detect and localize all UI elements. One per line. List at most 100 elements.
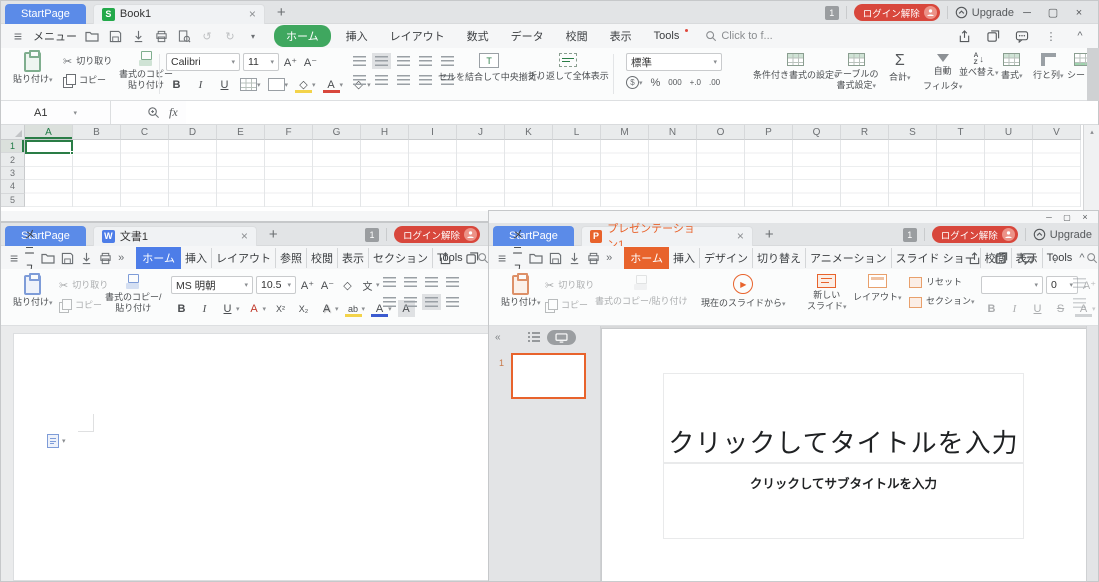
ppt-overflow-icon[interactable]: » bbox=[606, 251, 612, 266]
zoom-formula-icon[interactable] bbox=[145, 105, 161, 120]
writer-decrease-font-icon[interactable]: A⁻ bbox=[319, 277, 336, 294]
ribbon-tab[interactable]: 挿入 bbox=[335, 26, 379, 46]
ppt-upgrade-button[interactable]: Upgrade bbox=[1033, 228, 1092, 241]
column-header[interactable]: J bbox=[457, 125, 505, 140]
column-header[interactable]: G bbox=[313, 125, 361, 140]
writer-highlight-button[interactable]: ab▾ bbox=[345, 300, 366, 317]
cell-style-button[interactable]: ▾ bbox=[268, 78, 289, 91]
increase-font-icon[interactable]: A⁺ bbox=[282, 54, 299, 71]
ppt-comment-icon[interactable] bbox=[1020, 251, 1036, 266]
ppt-notification-badge[interactable]: 1 bbox=[903, 228, 917, 242]
align-middle-icon[interactable] bbox=[375, 56, 388, 66]
ribbon-tab[interactable]: 校閲 bbox=[307, 248, 338, 268]
ppt-print-icon[interactable] bbox=[587, 251, 600, 266]
bold-button[interactable]: B bbox=[168, 76, 185, 93]
open-file-icon[interactable] bbox=[84, 29, 100, 44]
column-header[interactable]: A bbox=[25, 125, 73, 140]
writer-new-tab-plus-icon[interactable]: + bbox=[269, 226, 278, 243]
writer-page[interactable]: ▾ bbox=[13, 333, 488, 581]
ppt-cut-button[interactable]: ✂切り取り bbox=[545, 279, 594, 292]
ppt-copy-button[interactable]: コピー bbox=[545, 299, 594, 311]
font-name-select[interactable]: Calibri▾ bbox=[166, 53, 240, 71]
underline-button[interactable]: U bbox=[216, 76, 233, 93]
column-header[interactable]: H bbox=[361, 125, 409, 140]
column-header[interactable]: D bbox=[169, 125, 217, 140]
column-header[interactable]: N bbox=[649, 125, 697, 140]
row-header[interactable]: 3 bbox=[1, 167, 25, 180]
minimize-button[interactable]: ─ bbox=[1014, 7, 1040, 19]
collapse-panel-icon[interactable]: « bbox=[495, 332, 501, 343]
rows-columns-button[interactable]: 行と列▾ bbox=[1033, 53, 1064, 82]
decrease-indent-icon[interactable] bbox=[419, 56, 432, 66]
decrease-decimal-button[interactable]: .00 bbox=[709, 78, 720, 87]
quickbar-dropdown-icon[interactable]: ▾ bbox=[245, 29, 261, 44]
column-header[interactable]: B bbox=[73, 125, 121, 140]
command-search[interactable]: Click to f... bbox=[705, 30, 772, 42]
ppt-more-options-icon[interactable]: ⋮ bbox=[1047, 251, 1063, 266]
align-bottom-icon[interactable] bbox=[397, 56, 410, 66]
logout-button[interactable]: ログイン解除 bbox=[854, 4, 940, 21]
title-placeholder[interactable]: クリックしてタイトルを入力 bbox=[663, 373, 1024, 463]
ppt-format-painter-button[interactable]: 書式のコピー/貼り付け bbox=[595, 275, 688, 307]
side-panel-strip[interactable] bbox=[1087, 48, 1099, 101]
slide-layout-button[interactable]: レイアウト▾ bbox=[853, 274, 902, 304]
number-format-select[interactable]: 標準▾ bbox=[626, 53, 722, 71]
tab-startpage[interactable]: StartPage bbox=[5, 4, 86, 24]
align-center-icon[interactable] bbox=[404, 297, 417, 307]
wrap-text-button[interactable]: 折り返して全体表示 bbox=[528, 53, 609, 82]
ppt-right-strip[interactable] bbox=[1086, 326, 1098, 581]
ppt-paste-button[interactable]: 貼り付け▾ bbox=[501, 275, 541, 309]
upgrade-button[interactable]: Upgrade bbox=[955, 6, 1014, 19]
formula-input[interactable] bbox=[186, 101, 1098, 124]
print-preview-icon[interactable] bbox=[176, 29, 192, 44]
ppt-italic-button[interactable]: I bbox=[1006, 300, 1023, 317]
column-header[interactable]: T bbox=[937, 125, 985, 140]
ribbon-tab[interactable]: 挿入 bbox=[669, 248, 700, 268]
collapse-ribbon-icon[interactable]: ^ bbox=[1072, 29, 1088, 44]
save-icon[interactable] bbox=[107, 29, 123, 44]
print-icon[interactable] bbox=[153, 29, 169, 44]
ppt-collapse-ribbon-icon[interactable]: ^ bbox=[1074, 251, 1090, 266]
reset-slide-button[interactable]: リセット bbox=[909, 277, 975, 288]
share-icon[interactable] bbox=[956, 29, 972, 44]
column-header[interactable]: R bbox=[841, 125, 889, 140]
ppt-logout-button[interactable]: ログイン解除 bbox=[932, 226, 1018, 243]
fill-color-button[interactable]: ◇▾ bbox=[295, 76, 316, 93]
column-header[interactable]: P bbox=[745, 125, 793, 140]
format-button[interactable]: 書式▾ bbox=[1001, 53, 1023, 82]
autofilter-button[interactable]: 自動 フィルタ▾ bbox=[923, 54, 962, 93]
ribbon-tab[interactable]: アニメーション bbox=[806, 248, 892, 268]
subtitle-placeholder[interactable]: クリックしてサブタイトルを入力 bbox=[663, 463, 1024, 539]
writer-tab-doc[interactable]: W 文書1 × bbox=[93, 226, 257, 246]
writer-logout-button[interactable]: ログイン解除 bbox=[394, 226, 480, 243]
writer-font-name-select[interactable]: MS 明朝▾ bbox=[171, 276, 253, 294]
comment-icon[interactable] bbox=[1014, 29, 1030, 44]
new-window-icon[interactable] bbox=[985, 29, 1001, 44]
column-header[interactable]: F bbox=[265, 125, 313, 140]
ribbon-tab[interactable]: 表示 bbox=[338, 248, 369, 268]
line-spacing-icon[interactable] bbox=[446, 297, 459, 307]
ribbon-tab[interactable]: レイアウト bbox=[212, 248, 276, 268]
numbered-list-icon[interactable] bbox=[404, 277, 417, 287]
writer-tab-startpage[interactable]: StartPage bbox=[5, 226, 86, 246]
column-header[interactable]: M bbox=[601, 125, 649, 140]
writer-underline-button[interactable]: U▾ bbox=[219, 300, 240, 317]
align-left-icon[interactable] bbox=[1073, 298, 1086, 308]
writer-clear-format-icon[interactable]: ◇ bbox=[339, 277, 356, 294]
align-center-icon[interactable] bbox=[375, 75, 388, 85]
active-cell-a1[interactable] bbox=[25, 140, 73, 154]
slide-thumbnail[interactable] bbox=[511, 353, 586, 399]
column-header[interactable]: E bbox=[217, 125, 265, 140]
percent-format-button[interactable]: % bbox=[651, 77, 661, 89]
ribbon-tab[interactable]: ホーム bbox=[624, 247, 669, 269]
new-tab-plus-icon[interactable]: + bbox=[277, 4, 286, 21]
ribbon-tab[interactable]: 参照 bbox=[276, 248, 307, 268]
increase-decimal-button[interactable]: +.0 bbox=[690, 78, 701, 87]
outline-view-icon[interactable] bbox=[527, 331, 541, 346]
ppt-main-menu-icon[interactable]: ≡ bbox=[498, 251, 506, 266]
column-header[interactable]: K bbox=[505, 125, 553, 140]
column-header[interactable]: Q bbox=[793, 125, 841, 140]
column-header[interactable]: I bbox=[409, 125, 457, 140]
cut-button[interactable]: ✂切り取り bbox=[63, 55, 112, 68]
close-window-button[interactable]: × bbox=[1066, 7, 1092, 19]
